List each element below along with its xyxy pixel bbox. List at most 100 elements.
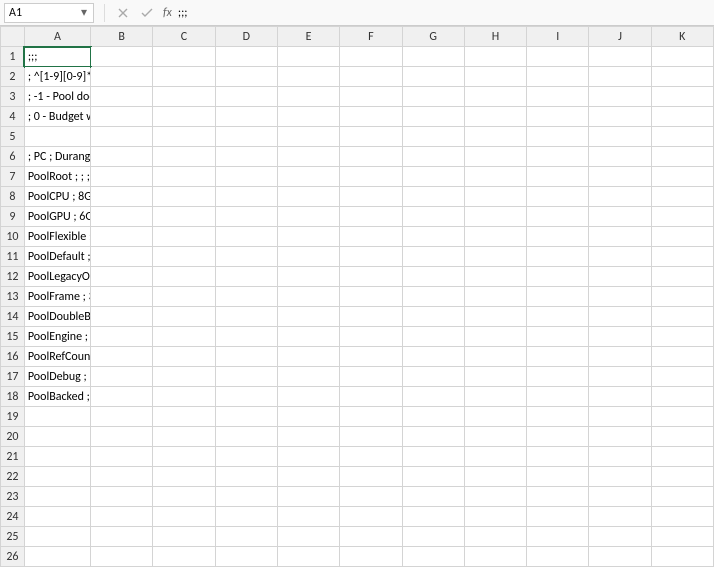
cell-E23[interactable]	[277, 487, 339, 507]
cell-I6[interactable]	[527, 147, 589, 167]
cell-C8[interactable]	[153, 187, 215, 207]
cell-H5[interactable]	[464, 127, 526, 147]
cell-I4[interactable]	[527, 107, 589, 127]
cell-B10[interactable]	[91, 227, 153, 247]
cell-D9[interactable]	[215, 207, 277, 227]
cell-F7[interactable]	[340, 167, 402, 187]
cell-A10[interactable]: PoolFlexible ; -1 ; -1 ; 0	[24, 227, 90, 247]
cell-F13[interactable]	[340, 287, 402, 307]
cell-K1[interactable]	[651, 47, 713, 67]
cell-E5[interactable]	[277, 127, 339, 147]
cell-F26[interactable]	[340, 547, 402, 567]
cell-F8[interactable]	[340, 187, 402, 207]
cell-K8[interactable]	[651, 187, 713, 207]
cell-D20[interactable]	[215, 427, 277, 447]
cell-J25[interactable]	[589, 527, 651, 547]
cell-A3[interactable]: ; -1 - Pool does not exist on the curren…	[24, 87, 90, 107]
cell-J26[interactable]	[589, 547, 651, 567]
row-header-20[interactable]: 20	[1, 427, 25, 447]
cell-J4[interactable]	[589, 107, 651, 127]
column-header-H[interactable]: H	[464, 27, 526, 47]
cell-I23[interactable]	[527, 487, 589, 507]
cell-B3[interactable]	[91, 87, 153, 107]
cell-J5[interactable]	[589, 127, 651, 147]
row-header-25[interactable]: 25	[1, 527, 25, 547]
cell-C23[interactable]	[153, 487, 215, 507]
row-header-26[interactable]: 26	[1, 547, 25, 567]
cell-H18[interactable]	[464, 387, 526, 407]
cell-A24[interactable]	[24, 507, 90, 527]
cell-F16[interactable]	[340, 347, 402, 367]
cell-G26[interactable]	[402, 547, 464, 567]
row-header-17[interactable]: 17	[1, 367, 25, 387]
cell-G23[interactable]	[402, 487, 464, 507]
cell-G12[interactable]	[402, 267, 464, 287]
cell-H4[interactable]	[464, 107, 526, 127]
column-header-G[interactable]: G	[402, 27, 464, 47]
cell-G19[interactable]	[402, 407, 464, 427]
cell-I17[interactable]	[527, 367, 589, 387]
column-header-B[interactable]: B	[91, 27, 153, 47]
row-header-9[interactable]: 9	[1, 207, 25, 227]
cell-F6[interactable]	[340, 147, 402, 167]
cell-H24[interactable]	[464, 507, 526, 527]
cell-F15[interactable]	[340, 327, 402, 347]
column-header-F[interactable]: F	[340, 27, 402, 47]
cell-I21[interactable]	[527, 447, 589, 467]
cell-J14[interactable]	[589, 307, 651, 327]
cell-G8[interactable]	[402, 187, 464, 207]
column-header-A[interactable]: A	[24, 27, 90, 47]
cell-E1[interactable]	[277, 47, 339, 67]
cell-J10[interactable]	[589, 227, 651, 247]
cell-H15[interactable]	[464, 327, 526, 347]
cell-H21[interactable]	[464, 447, 526, 467]
cell-J13[interactable]	[589, 287, 651, 307]
row-header-1[interactable]: 1	[1, 47, 25, 67]
cell-J20[interactable]	[589, 427, 651, 447]
cell-E13[interactable]	[277, 287, 339, 307]
row-header-23[interactable]: 23	[1, 487, 25, 507]
cell-F2[interactable]	[340, 67, 402, 87]
cell-C1[interactable]	[153, 47, 215, 67]
cell-J6[interactable]	[589, 147, 651, 167]
row-header-4[interactable]: 4	[1, 107, 25, 127]
cell-J23[interactable]	[589, 487, 651, 507]
cell-E10[interactable]	[277, 227, 339, 247]
cell-G15[interactable]	[402, 327, 464, 347]
cell-C3[interactable]	[153, 87, 215, 107]
cell-K19[interactable]	[651, 407, 713, 427]
cell-B24[interactable]	[91, 507, 153, 527]
cell-H23[interactable]	[464, 487, 526, 507]
cell-J24[interactable]	[589, 507, 651, 527]
cell-H11[interactable]	[464, 247, 526, 267]
cell-K22[interactable]	[651, 467, 713, 487]
cell-C6[interactable]	[153, 147, 215, 167]
cell-A1[interactable]: ;;;	[24, 47, 90, 67]
cell-F20[interactable]	[340, 427, 402, 447]
cell-H22[interactable]	[464, 467, 526, 487]
cell-C20[interactable]	[153, 427, 215, 447]
cell-D3[interactable]	[215, 87, 277, 107]
cell-D4[interactable]	[215, 107, 277, 127]
cell-J11[interactable]	[589, 247, 651, 267]
cell-F12[interactable]	[340, 267, 402, 287]
cell-A16[interactable]: PoolRefCount ; 16MB ; 16MB ; 16MB	[24, 347, 90, 367]
cell-B6[interactable]	[91, 147, 153, 167]
cell-K14[interactable]	[651, 307, 713, 327]
row-header-11[interactable]: 11	[1, 247, 25, 267]
cell-K15[interactable]	[651, 327, 713, 347]
cell-I7[interactable]	[527, 167, 589, 187]
cell-F10[interactable]	[340, 227, 402, 247]
cell-J12[interactable]	[589, 267, 651, 287]
cell-D21[interactable]	[215, 447, 277, 467]
cell-H20[interactable]	[464, 427, 526, 447]
cell-B16[interactable]	[91, 347, 153, 367]
cell-G7[interactable]	[402, 167, 464, 187]
cell-D14[interactable]	[215, 307, 277, 327]
cell-B22[interactable]	[91, 467, 153, 487]
cell-H12[interactable]	[464, 267, 526, 287]
cell-G25[interactable]	[402, 527, 464, 547]
cell-E25[interactable]	[277, 527, 339, 547]
cell-F3[interactable]	[340, 87, 402, 107]
cell-G3[interactable]	[402, 87, 464, 107]
